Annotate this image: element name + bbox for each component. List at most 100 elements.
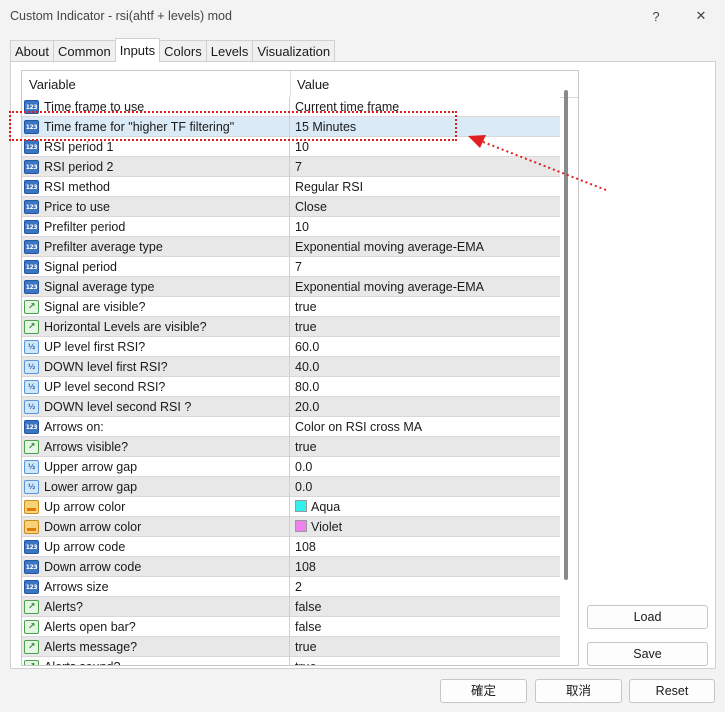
value-cell[interactable]: 60.0 xyxy=(291,337,560,357)
table-row[interactable]: 123 Up arrow code 108 xyxy=(22,537,560,557)
variable-cell[interactable]: ↗ Signal are visible? xyxy=(22,297,290,317)
variable-cell[interactable]: 123 Arrows size xyxy=(22,577,290,597)
variable-cell[interactable]: ↗ Horizontal Levels are visible? xyxy=(22,317,290,337)
value-cell[interactable]: 7 xyxy=(291,157,560,177)
variable-cell[interactable]: 123 Price to use xyxy=(22,197,290,217)
variable-cell[interactable]: 123 Time frame for "higher TF filtering" xyxy=(22,117,290,137)
reset-button[interactable]: Reset xyxy=(629,679,715,703)
value-cell[interactable]: Exponential moving average-EMA xyxy=(291,277,560,297)
variable-cell[interactable]: 123 Signal average type xyxy=(22,277,290,297)
variable-cell[interactable]: ↗ Arrows visible? xyxy=(22,437,290,457)
variable-cell[interactable]: 123 Time frame to use xyxy=(22,97,290,117)
variable-cell[interactable]: ↗ Alerts open bar? xyxy=(22,617,290,637)
table-row[interactable]: 123 Signal average type Exponential moving… xyxy=(22,277,560,297)
variable-cell[interactable]: 123 Prefilter average type xyxy=(22,237,290,257)
table-row[interactable]: 123 RSI method Regular RSI xyxy=(22,177,560,197)
value-cell[interactable]: false xyxy=(291,597,560,617)
table-row[interactable]: ↗ Alerts open bar? false xyxy=(22,617,560,637)
save-button[interactable]: Save xyxy=(587,642,708,666)
table-row[interactable]: ↗ Arrows visible? true xyxy=(22,437,560,457)
tab-visualization[interactable]: Visualization xyxy=(252,40,336,62)
column-header-variable[interactable]: Variable xyxy=(29,77,76,92)
table-row[interactable]: 123 RSI period 2 7 xyxy=(22,157,560,177)
variable-cell[interactable]: 123 Down arrow code xyxy=(22,557,290,577)
value-cell[interactable]: 10 xyxy=(291,137,560,157)
variable-cell[interactable]: ↗ Alerts sound? xyxy=(22,657,290,665)
cancel-button[interactable]: 取消 xyxy=(535,679,622,703)
table-row[interactable]: 123 Time frame for "higher TF filtering" 1… xyxy=(22,117,560,137)
value-cell[interactable]: true xyxy=(291,657,560,665)
value-cell[interactable]: 80.0 xyxy=(291,377,560,397)
table-row[interactable]: 123 Signal period 7 xyxy=(22,257,560,277)
table-scrollbar[interactable] xyxy=(564,90,568,580)
column-divider[interactable] xyxy=(290,71,291,98)
ok-button[interactable]: 確定 xyxy=(440,679,527,703)
inputs-table[interactable]: Variable Value 123 Time frame to use Curre… xyxy=(21,70,579,666)
tab-inputs[interactable]: Inputs xyxy=(114,38,161,62)
tab-common[interactable]: Common xyxy=(52,40,116,62)
value-cell[interactable]: true xyxy=(291,317,560,337)
variable-cell[interactable]: 123 RSI method xyxy=(22,177,290,197)
help-button[interactable]: ? xyxy=(636,4,676,28)
variable-cell[interactable]: 123 Arrows on: xyxy=(22,417,290,437)
table-row[interactable]: ½ DOWN level first RSI? 40.0 xyxy=(22,357,560,377)
table-row[interactable]: ½ Upper arrow gap 0.0 xyxy=(22,457,560,477)
load-button[interactable]: Load xyxy=(587,605,708,629)
value-cell[interactable]: Regular RSI xyxy=(291,177,560,197)
variable-cell[interactable]: 123 Up arrow code xyxy=(22,537,290,557)
value-cell[interactable]: Violet xyxy=(291,517,560,537)
variable-cell[interactable]: Up arrow color xyxy=(22,497,290,517)
table-row[interactable]: 123 Time frame to use Current time frame xyxy=(22,97,560,117)
table-row[interactable]: ↗ Signal are visible? true xyxy=(22,297,560,317)
column-header-value[interactable]: Value xyxy=(297,77,329,92)
table-row[interactable]: 123 Down arrow code 108 xyxy=(22,557,560,577)
table-row[interactable]: ↗ Alerts sound? true xyxy=(22,657,560,665)
table-row[interactable]: 123 Arrows on: Color on RSI cross MA xyxy=(22,417,560,437)
variable-cell[interactable]: ½ UP level first RSI? xyxy=(22,337,290,357)
table-row[interactable]: ↗ Alerts message? true xyxy=(22,637,560,657)
table-row[interactable]: 123 RSI period 1 10 xyxy=(22,137,560,157)
value-cell[interactable]: false xyxy=(291,617,560,637)
variable-cell[interactable]: ↗ Alerts message? xyxy=(22,637,290,657)
table-row[interactable]: 123 Prefilter period 10 xyxy=(22,217,560,237)
value-cell[interactable]: Current time frame xyxy=(291,97,560,117)
close-button[interactable]: ✕ xyxy=(681,4,721,28)
value-cell[interactable]: 0.0 xyxy=(291,457,560,477)
table-row[interactable]: 123 Prefilter average type Exponential mov… xyxy=(22,237,560,257)
variable-cell[interactable]: 123 Signal period xyxy=(22,257,290,277)
variable-cell[interactable]: ½ Upper arrow gap xyxy=(22,457,290,477)
value-cell[interactable]: Color on RSI cross MA xyxy=(291,417,560,437)
value-cell[interactable]: 10 xyxy=(291,217,560,237)
table-row[interactable]: 123 Price to use Close xyxy=(22,197,560,217)
value-cell[interactable]: true xyxy=(291,297,560,317)
variable-cell[interactable]: 123 RSI period 2 xyxy=(22,157,290,177)
table-row[interactable]: ½ DOWN level second RSI ? 20.0 xyxy=(22,397,560,417)
variable-cell[interactable]: ↗ Alerts? xyxy=(22,597,290,617)
table-row[interactable]: ½ UP level first RSI? 60.0 xyxy=(22,337,560,357)
value-cell[interactable]: 0.0 xyxy=(291,477,560,497)
value-cell[interactable]: 20.0 xyxy=(291,397,560,417)
value-cell[interactable]: 40.0 xyxy=(291,357,560,377)
value-cell[interactable]: 108 xyxy=(291,537,560,557)
tab-levels[interactable]: Levels xyxy=(205,40,254,62)
value-cell[interactable]: 2 xyxy=(291,577,560,597)
table-row[interactable]: Up arrow color Aqua xyxy=(22,497,560,517)
variable-cell[interactable]: ½ DOWN level second RSI ? xyxy=(22,397,290,417)
value-cell[interactable]: true xyxy=(291,637,560,657)
variable-cell[interactable]: 123 RSI period 1 xyxy=(22,137,290,157)
variable-cell[interactable]: ½ Lower arrow gap xyxy=(22,477,290,497)
tab-about[interactable]: About xyxy=(10,40,54,62)
table-row[interactable]: ½ Lower arrow gap 0.0 xyxy=(22,477,560,497)
value-cell[interactable]: Close xyxy=(291,197,560,217)
tab-colors[interactable]: Colors xyxy=(159,40,207,62)
table-row[interactable]: Down arrow color Violet xyxy=(22,517,560,537)
table-row[interactable]: ↗ Alerts? false xyxy=(22,597,560,617)
variable-cell[interactable]: ½ UP level second RSI? xyxy=(22,377,290,397)
variable-cell[interactable]: 123 Prefilter period xyxy=(22,217,290,237)
value-cell[interactable]: 108 xyxy=(291,557,560,577)
value-cell[interactable]: 15 Minutes xyxy=(291,117,560,137)
table-row[interactable]: 123 Arrows size 2 xyxy=(22,577,560,597)
table-row[interactable]: ↗ Horizontal Levels are visible? true xyxy=(22,317,560,337)
table-row[interactable]: ½ UP level second RSI? 80.0 xyxy=(22,377,560,397)
value-cell[interactable]: Aqua xyxy=(291,497,560,517)
